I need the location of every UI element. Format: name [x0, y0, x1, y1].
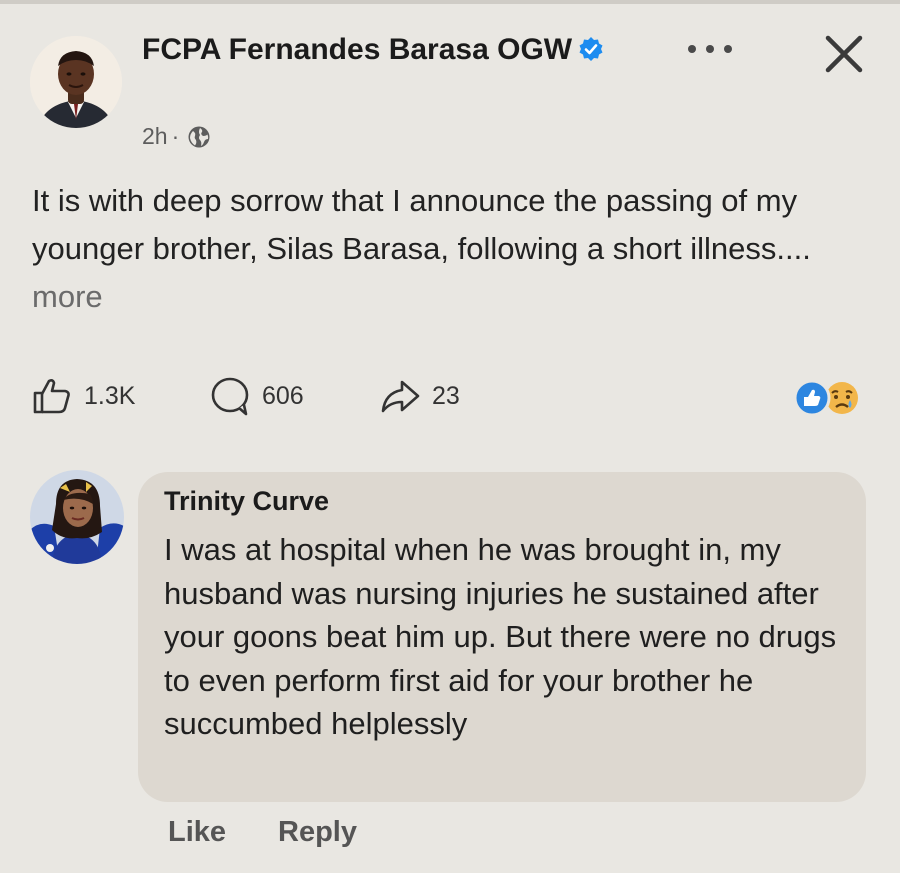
share-action[interactable]: 23 [378, 374, 460, 418]
share-arrow-icon [381, 380, 420, 413]
post-time[interactable]: 2h [142, 123, 168, 150]
top-divider [0, 0, 900, 4]
commenter-avatar[interactable] [30, 470, 124, 564]
post-body: It is with deep sorrow that I announce t… [32, 177, 877, 321]
more-horizontal-icon[interactable] [678, 36, 742, 62]
like-reaction-icon [793, 379, 831, 417]
commenter-avatar-image [30, 470, 124, 564]
comment-bubble-icon [211, 377, 249, 416]
comment-like-button[interactable]: Like [168, 816, 226, 849]
close-icon[interactable] [820, 30, 868, 78]
post-author-name[interactable]: FCPA Fernandes Barasa OGW [142, 30, 622, 69]
author-avatar-image [30, 36, 122, 128]
commenter-name[interactable]: Trinity Curve [164, 486, 329, 517]
post-meta: 2h · [142, 123, 211, 150]
sad-reaction-icon [826, 382, 858, 414]
post-text: It is with deep sorrow that I announce t… [32, 183, 811, 266]
post-stats: 1.3K 606 23 [0, 374, 900, 424]
post-author-name-text[interactable]: FCPA Fernandes Barasa OGW [142, 33, 572, 66]
reactions-summary[interactable] [790, 378, 866, 418]
meta-separator: · [171, 123, 180, 149]
share-count: 23 [432, 381, 460, 410]
author-avatar[interactable] [30, 36, 122, 128]
comment-reply-button[interactable]: Reply [278, 816, 357, 849]
comment-action[interactable]: 606 [208, 374, 304, 418]
like-action[interactable]: 1.3K [30, 374, 135, 418]
globe-icon [188, 126, 210, 147]
verified-badge-icon [579, 37, 603, 61]
comment-text: I was at hospital when he was brought in… [164, 532, 837, 741]
like-count: 1.3K [84, 381, 136, 410]
thumbs-up-icon [33, 379, 70, 414]
see-more-link[interactable]: more [32, 279, 103, 314]
comment-count: 606 [262, 381, 304, 410]
